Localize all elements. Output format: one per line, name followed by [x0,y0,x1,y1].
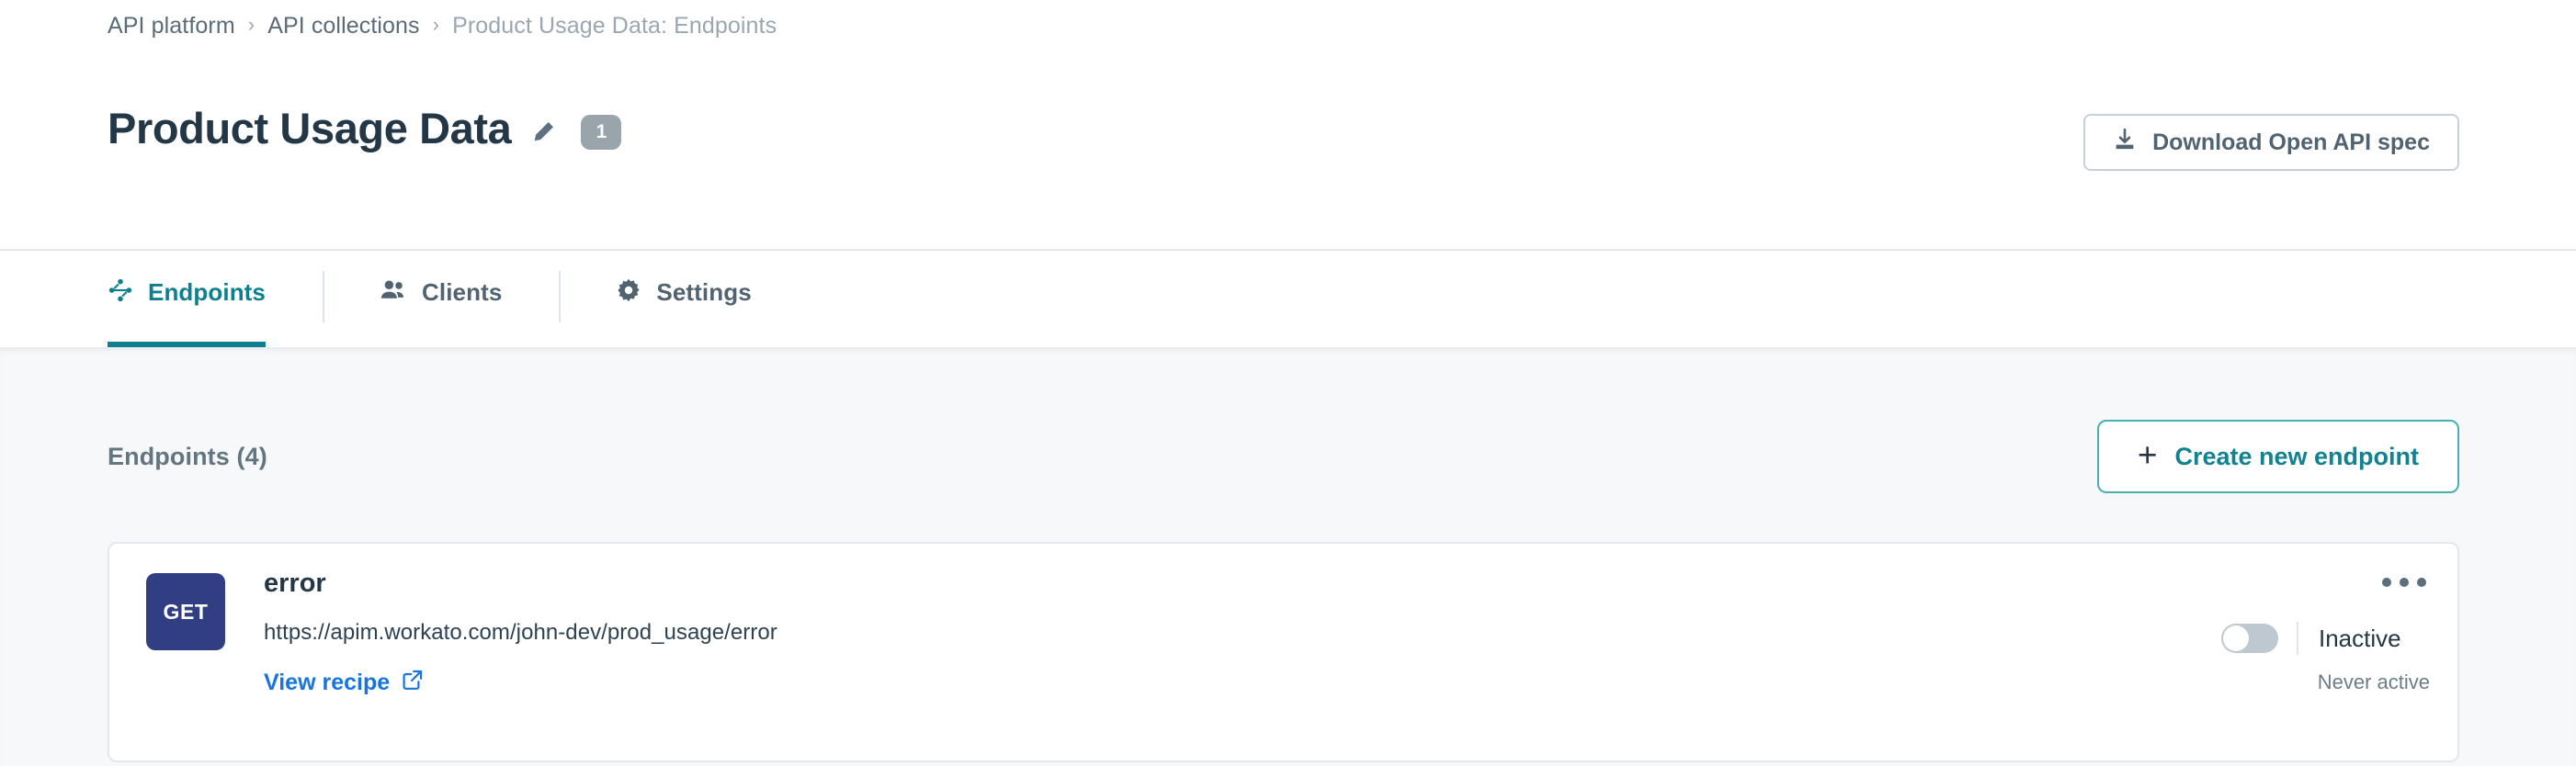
title-row: Product Usage Data 1 [108,103,622,154]
breadcrumb-separator-icon: › [247,13,255,36]
last-active-text: Never active [2317,670,2430,693]
tab-divider [323,271,324,322]
external-link-icon [402,669,424,697]
download-openapi-spec-button[interactable]: Download Open API spec [2083,114,2459,171]
kebab-dot [2417,578,2426,587]
download-openapi-spec-label: Download Open API spec [2152,129,2430,155]
tab-endpoints-label: Endpoints [148,277,266,306]
users-icon [380,277,407,308]
endpoint-status-row: Inactive [2221,622,2430,655]
share-nodes-icon [108,277,133,308]
view-recipe-link[interactable]: View recipe [264,669,424,697]
tab-divider [559,271,562,322]
tab-clients[interactable]: Clients [380,251,502,347]
breadcrumb-item-current: Product Usage Data: Endpoints [452,13,777,39]
endpoint-card[interactable]: GET error https://apim.workato.com/john-… [108,542,2459,762]
http-method-badge: GET [146,573,225,650]
breadcrumb: API platform › API collections › Product… [108,12,777,39]
breadcrumb-item-api-collections[interactable]: API collections [267,12,419,39]
create-new-endpoint-button[interactable]: + Create new endpoint [2096,420,2459,493]
status-badge: Inactive [2319,624,2401,652]
breadcrumb-separator-icon: › [432,13,440,36]
endpoint-name: error [264,569,326,598]
toggle-knob [2223,625,2249,651]
tab-settings-label: Settings [656,277,752,306]
endpoint-url: https://apim.workato.com/john-dev/prod_u… [264,620,777,645]
plus-icon: + [2137,435,2158,474]
view-recipe-label: View recipe [264,670,391,695]
main-content: Endpoints (4) + Create new endpoint GET … [0,347,2576,766]
page-title: Product Usage Data [108,104,512,152]
endpoint-status: Inactive Never active [2221,622,2430,694]
endpoint-count-badge: 1 [581,115,622,150]
page-header: API platform › API collections › Product… [0,0,2576,251]
gear-icon [616,277,641,308]
tab-clients-label: Clients [422,277,503,306]
api-collection-endpoints-page: API platform › API collections › Product… [0,0,2576,766]
endpoint-active-toggle[interactable] [2221,624,2278,653]
download-icon [2113,128,2137,158]
create-new-endpoint-label: Create new endpoint [2174,442,2419,470]
tab-bar: Endpoints Clients Settings [0,251,2576,347]
breadcrumb-item-api-platform[interactable]: API platform [108,12,235,39]
tab-endpoints[interactable]: Endpoints [108,251,266,347]
tab-settings[interactable]: Settings [616,251,752,347]
kebab-menu-icon[interactable] [2378,564,2430,601]
kebab-dot [2400,578,2409,587]
status-divider [2297,622,2298,655]
endpoints-section-title: Endpoints (4) [108,442,267,470]
kebab-dot [2382,578,2391,587]
pencil-icon[interactable] [529,118,557,146]
endpoint-info: error https://apim.workato.com/john-dev/… [264,567,777,697]
content-header: Endpoints (4) + Create new endpoint [108,413,2459,500]
